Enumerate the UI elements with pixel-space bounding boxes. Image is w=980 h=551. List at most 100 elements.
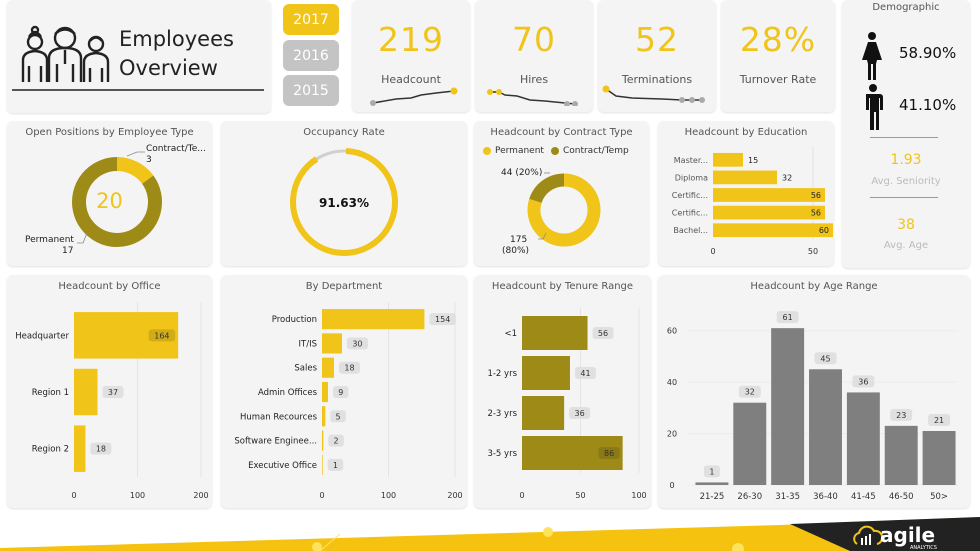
data-label: 18 [344,364,354,373]
bar [74,368,98,416]
data-label: 61 [783,313,793,322]
data-label: 37 [108,388,118,397]
bar [922,431,956,485]
open-positions-total: 20 [96,189,123,213]
category-label: Human Recources [240,412,318,422]
x-tick-label: 100 [381,491,396,500]
bar [771,328,805,485]
contract-label: 44 (20%) [501,168,543,178]
kpi-label: Headcount [381,73,441,86]
category-label: <1 [504,329,517,339]
x-tick-label: 200 [193,491,208,500]
year-2017-button[interactable]: 2017 [283,4,339,35]
avg-seniority-label: Avg. Seniority [871,176,941,187]
x-tick-label: 26-30 [737,492,762,502]
bar [522,356,570,390]
data-label: 154 [435,315,450,324]
donut-slice-contract [116,157,154,185]
x-tick-label: 0 [319,491,324,500]
kpi-hires-card: 70 Hires [475,0,593,112]
male-icon [866,84,883,130]
data-label: 32 [782,173,792,182]
x-tick-label: 50 [808,247,818,256]
data-label: 56 [811,209,821,218]
x-tick-label: 21-25 [700,492,725,502]
category-label: Master... [674,156,708,165]
bar [713,188,825,202]
female-percentage: 58.90% [899,44,957,62]
x-tick-label: 0 [519,491,524,500]
category-label: Software Enginee... [234,437,317,447]
bar [713,170,777,185]
y-tick-label: 20 [667,430,677,439]
bar [846,392,880,485]
occupancy-value: 91.63% [319,196,369,210]
category-label: Headquarter [15,331,69,341]
terminations-sparkline [602,85,705,103]
x-tick-label: 31-35 [775,492,800,502]
kpi-value: 219 [378,20,444,59]
bar [322,454,323,475]
data-label: 32 [745,388,755,397]
leader-line [126,151,145,157]
data-label: 56 [811,191,821,200]
category-label: Diploma [675,173,708,182]
data-label: 2 [334,437,339,446]
contract-label: Contract/Te... [146,144,206,154]
divider [870,197,938,198]
bar [695,482,729,485]
contract-value: 3 [146,155,152,165]
data-label: 56 [598,329,608,338]
education-card: Headcount by Education 0 50 Master... 15 Dip… [658,121,834,266]
year-2016-button[interactable]: 2016 [283,40,339,71]
x-tick-label: 50> [930,492,948,502]
category-label: Admin Offices [258,388,318,398]
open-positions-card: Open Positions by Employee Type 20 Contr… [7,121,212,266]
kpi-value: 52 [635,20,679,59]
avg-seniority-value: 1.93 [890,152,922,168]
female-icon [862,32,882,80]
year-2015-button[interactable]: 2015 [283,75,339,106]
male-percentage: 41.10% [899,96,957,114]
tenure-chart: 0 50 100 <1 56 1-2 yrs 41 2-3 yrs 36 3-5 yrs 86 [487,308,647,500]
x-tick-label: 41-45 [851,492,876,502]
title-card: Employees Overview [7,0,271,113]
kpi-terminations-card: 52 Terminations [598,0,716,112]
data-label: 23 [896,411,906,420]
avg-age-value: 38 [897,217,915,233]
occupancy-gauge [290,148,398,256]
kpi-value: 70 [512,20,556,59]
contract-type-card: Headcount by Contract Type Permanent Con… [474,121,649,266]
bar [322,333,342,354]
data-label: 30 [352,339,362,348]
hires-sparkline [487,89,578,106]
kpi-label: Hires [519,73,549,86]
bar [522,396,565,430]
data-label: 5 [336,412,341,421]
category-label: Executive Office [248,461,317,471]
x-tick-label: 50 [575,491,585,500]
data-label: 18 [96,445,106,454]
y-tick-label: 0 [669,481,674,490]
data-label: 36 [575,409,585,418]
category-label: Region 1 [32,388,69,398]
bar [322,309,425,330]
demographic-card: Demographic 58.90% 41.10% 1.93 Avg. Seni… [842,0,970,268]
category-label: 2-3 yrs [487,409,517,419]
x-tick-label: 0 [710,247,715,256]
data-label: 9 [338,388,343,397]
x-tick-label: 200 [447,491,462,500]
tenure-card: Headcount by Tenure Range 0 50 100 <1 56 1-2 … [474,275,651,508]
category-label: Sales [294,364,317,374]
kpi-value: 28% [739,20,817,59]
employees-group-icon [21,25,110,82]
age-chart: 0 20 40 60 1 21-25 32 26-30 61 31-35 45 36-40 36 41-4… [667,311,958,502]
bar [322,381,328,403]
education-chart: 0 50 Master... 15 Diploma 32 Certific... 56 Cert… [672,146,833,256]
x-tick-label: 0 [71,491,76,500]
y-tick-label: 40 [667,378,677,387]
x-tick-label: 100 [130,491,145,500]
bar [322,430,324,451]
permanent-label: Permanent [25,235,74,245]
bar [713,152,743,167]
